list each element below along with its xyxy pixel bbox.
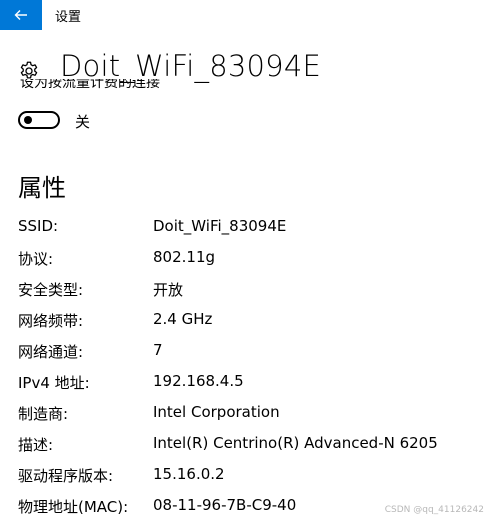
title-bar: 设置 bbox=[0, 0, 490, 30]
toggle-knob bbox=[24, 116, 32, 124]
back-button[interactable] bbox=[0, 0, 42, 30]
property-row-network-band: 网络频带: 2.4 GHz bbox=[18, 310, 478, 334]
property-value: 2.4 GHz bbox=[153, 310, 213, 328]
arrow-left-icon bbox=[14, 10, 27, 20]
property-value: Intel(R) Centrino(R) Advanced-N 6205 bbox=[153, 434, 438, 452]
property-value: Doit_WiFi_83094E bbox=[153, 217, 287, 235]
property-row-ssid: SSID: Doit_WiFi_83094E bbox=[18, 217, 478, 241]
property-row-protocol: 协议: 802.11g bbox=[18, 248, 478, 272]
property-label: SSID: bbox=[18, 217, 59, 235]
property-label: 描述: bbox=[18, 436, 54, 454]
toggle-state-label: 关 bbox=[75, 113, 91, 131]
property-value: 802.11g bbox=[153, 248, 216, 266]
property-label: 驱动程序版本: bbox=[18, 467, 114, 485]
properties-heading: 属性 bbox=[18, 174, 66, 202]
property-label: 安全类型: bbox=[18, 281, 84, 299]
property-value: 15.16.0.2 bbox=[153, 465, 225, 483]
property-value: 08-11-96-7B-C9-40 bbox=[153, 496, 297, 514]
window-title: 设置 bbox=[55, 10, 82, 25]
property-row-network-channel: 网络通道: 7 bbox=[18, 341, 478, 365]
watermark: CSDN @qq_41126242 bbox=[384, 505, 484, 515]
page-title: Doit_WiFi_83094E bbox=[60, 49, 321, 83]
property-row-description: 描述: Intel(R) Centrino(R) Advanced-N 6205 bbox=[18, 434, 478, 458]
property-label: 网络频带: bbox=[18, 312, 84, 330]
property-row-ipv4-address: IPv4 地址: 192.168.4.5 bbox=[18, 372, 478, 396]
property-row-driver-version: 驱动程序版本: 15.16.0.2 bbox=[18, 465, 478, 489]
property-label: 网络通道: bbox=[18, 343, 84, 361]
property-value: 开放 bbox=[153, 281, 184, 299]
metered-connection-toggle[interactable] bbox=[18, 111, 60, 129]
property-row-manufacturer: 制造商: Intel Corporation bbox=[18, 403, 478, 427]
property-value: Intel Corporation bbox=[153, 403, 280, 421]
property-label: IPv4 地址: bbox=[18, 374, 90, 392]
property-value: 192.168.4.5 bbox=[153, 372, 244, 390]
property-label: 制造商: bbox=[18, 405, 69, 423]
metered-connection-label: 设为按流量计费的连接 bbox=[20, 79, 160, 91]
property-row-security-type: 安全类型: 开放 bbox=[18, 279, 478, 303]
property-label: 协议: bbox=[18, 250, 54, 268]
property-value: 7 bbox=[153, 341, 163, 359]
property-label: 物理地址(MAC): bbox=[18, 498, 129, 516]
